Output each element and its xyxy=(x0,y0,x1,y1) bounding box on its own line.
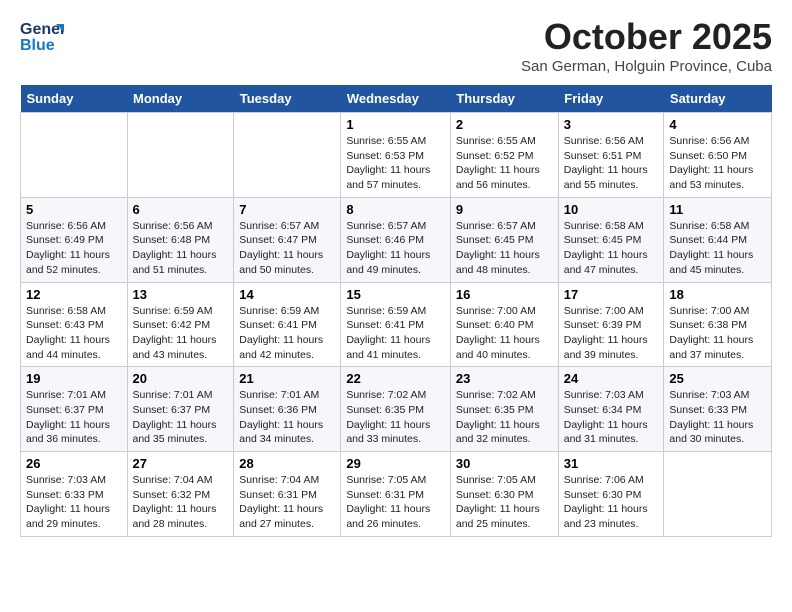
table-row: 8Sunrise: 6:57 AMSunset: 6:46 PMDaylight… xyxy=(341,197,451,282)
calendar-table: Sunday Monday Tuesday Wednesday Thursday… xyxy=(20,85,772,537)
col-monday: Monday xyxy=(127,85,234,113)
table-row: 17Sunrise: 7:00 AMSunset: 6:39 PMDayligh… xyxy=(558,282,664,367)
table-row: 10Sunrise: 6:58 AMSunset: 6:45 PMDayligh… xyxy=(558,197,664,282)
table-row xyxy=(127,113,234,198)
table-row: 22Sunrise: 7:02 AMSunset: 6:35 PMDayligh… xyxy=(341,367,451,452)
table-row: 23Sunrise: 7:02 AMSunset: 6:35 PMDayligh… xyxy=(450,367,558,452)
table-row: 20Sunrise: 7:01 AMSunset: 6:37 PMDayligh… xyxy=(127,367,234,452)
col-tuesday: Tuesday xyxy=(234,85,341,113)
col-friday: Friday xyxy=(558,85,664,113)
table-row: 5Sunrise: 6:56 AMSunset: 6:49 PMDaylight… xyxy=(21,197,128,282)
table-row: 21Sunrise: 7:01 AMSunset: 6:36 PMDayligh… xyxy=(234,367,341,452)
table-row xyxy=(664,452,772,537)
table-row: 28Sunrise: 7:04 AMSunset: 6:31 PMDayligh… xyxy=(234,452,341,537)
table-row: 16Sunrise: 7:00 AMSunset: 6:40 PMDayligh… xyxy=(450,282,558,367)
table-row: 15Sunrise: 6:59 AMSunset: 6:41 PMDayligh… xyxy=(341,282,451,367)
table-row: 12Sunrise: 6:58 AMSunset: 6:43 PMDayligh… xyxy=(21,282,128,367)
table-row: 11Sunrise: 6:58 AMSunset: 6:44 PMDayligh… xyxy=(664,197,772,282)
month-title: October 2025 xyxy=(521,16,772,58)
logo-icon: General Blue xyxy=(20,16,64,54)
table-row xyxy=(21,113,128,198)
table-row: 6Sunrise: 6:56 AMSunset: 6:48 PMDaylight… xyxy=(127,197,234,282)
table-row: 2Sunrise: 6:55 AMSunset: 6:52 PMDaylight… xyxy=(450,113,558,198)
svg-text:Blue: Blue xyxy=(20,37,55,54)
page-header: General Blue October 2025 San German, Ho… xyxy=(20,16,772,75)
svg-text:General: General xyxy=(20,21,64,38)
table-row: 13Sunrise: 6:59 AMSunset: 6:42 PMDayligh… xyxy=(127,282,234,367)
table-row xyxy=(234,113,341,198)
table-row: 30Sunrise: 7:05 AMSunset: 6:30 PMDayligh… xyxy=(450,452,558,537)
location-subtitle: San German, Holguin Province, Cuba xyxy=(521,58,772,75)
table-row: 29Sunrise: 7:05 AMSunset: 6:31 PMDayligh… xyxy=(341,452,451,537)
table-row: 24Sunrise: 7:03 AMSunset: 6:34 PMDayligh… xyxy=(558,367,664,452)
col-thursday: Thursday xyxy=(450,85,558,113)
table-row: 4Sunrise: 6:56 AMSunset: 6:50 PMDaylight… xyxy=(664,113,772,198)
col-sunday: Sunday xyxy=(21,85,128,113)
table-row: 3Sunrise: 6:56 AMSunset: 6:51 PMDaylight… xyxy=(558,113,664,198)
table-row: 27Sunrise: 7:04 AMSunset: 6:32 PMDayligh… xyxy=(127,452,234,537)
col-saturday: Saturday xyxy=(664,85,772,113)
table-row: 26Sunrise: 7:03 AMSunset: 6:33 PMDayligh… xyxy=(21,452,128,537)
table-row: 25Sunrise: 7:03 AMSunset: 6:33 PMDayligh… xyxy=(664,367,772,452)
header-row: Sunday Monday Tuesday Wednesday Thursday… xyxy=(21,85,772,113)
table-row: 19Sunrise: 7:01 AMSunset: 6:37 PMDayligh… xyxy=(21,367,128,452)
table-row: 9Sunrise: 6:57 AMSunset: 6:45 PMDaylight… xyxy=(450,197,558,282)
title-area: October 2025 San German, Holguin Provinc… xyxy=(521,16,772,75)
logo: General Blue xyxy=(20,16,64,54)
table-row: 7Sunrise: 6:57 AMSunset: 6:47 PMDaylight… xyxy=(234,197,341,282)
table-row: 14Sunrise: 6:59 AMSunset: 6:41 PMDayligh… xyxy=(234,282,341,367)
table-row: 18Sunrise: 7:00 AMSunset: 6:38 PMDayligh… xyxy=(664,282,772,367)
col-wednesday: Wednesday xyxy=(341,85,451,113)
table-row: 31Sunrise: 7:06 AMSunset: 6:30 PMDayligh… xyxy=(558,452,664,537)
table-row: 1Sunrise: 6:55 AMSunset: 6:53 PMDaylight… xyxy=(341,113,451,198)
